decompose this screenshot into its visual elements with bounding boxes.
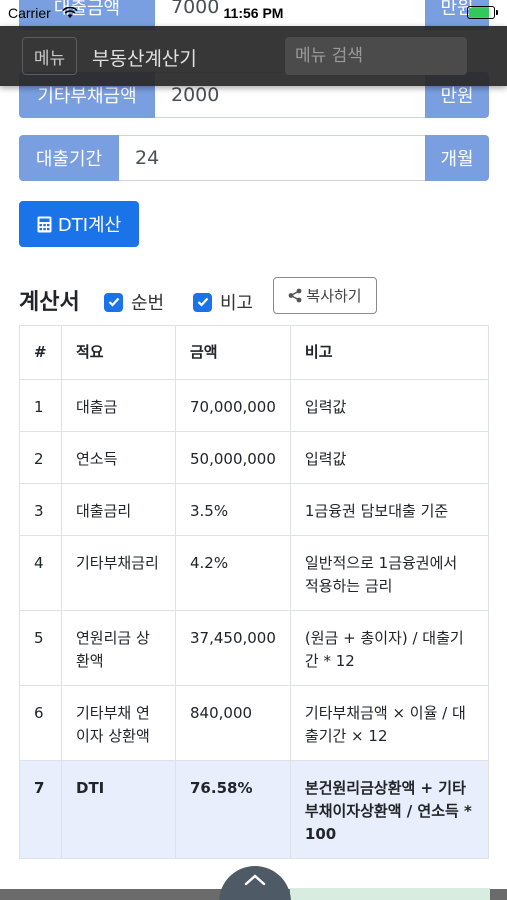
row-item: 대출금리 <box>61 483 176 536</box>
table-row-total: 7 DTI 76.58% 본건원리금상환액 + 기타부채이자상환액 / 연소득 … <box>19 760 490 859</box>
row-item: 연원리금 상환액 <box>61 610 176 686</box>
row-item: 기타부채금리 <box>61 535 176 611</box>
row-number: 4 <box>19 535 62 611</box>
row-note: (원금 + 총이자) / 대출기간 * 12 <box>289 610 490 686</box>
loan-period-label: 대출기간 <box>19 135 119 181</box>
table-row: 4 기타부채금리 4.2% 일반적으로 1금융권에서 적용하는 금리 <box>19 535 490 611</box>
row-item: 연소득 <box>61 431 176 484</box>
row-note: 기타부채금액 × 이율 / 대출기간 × 12 <box>289 685 490 761</box>
row-number: 1 <box>19 379 62 432</box>
row-item: 기타부채 연이자 상환액 <box>61 685 176 761</box>
table-row: 1 대출금 70,000,000 입력값 <box>19 379 490 432</box>
table-row: 2 연소득 50,000,000 입력값 <box>19 431 490 484</box>
row-item: DTI <box>61 760 176 859</box>
row-amount: 70,000,000 <box>175 379 291 432</box>
note-checkbox-label: 비고 <box>220 293 254 314</box>
row-note: 일반적으로 1금융권에서 적용하는 금리 <box>289 535 490 611</box>
table-header-row: # 적요 금액 비고 <box>19 325 490 380</box>
scroll-top-button[interactable] <box>219 866 291 900</box>
loan-period-unit: 개월 <box>425 135 489 181</box>
bottom-panel <box>290 888 490 900</box>
sheet-title: 계산서 <box>19 290 80 315</box>
seq-checkbox-label: 순번 <box>131 293 165 314</box>
table-row: 5 연원리금 상환액 37,450,000 (원금 + 총이자) / 대출기간 … <box>19 610 490 686</box>
row-number: 5 <box>19 610 62 686</box>
row-note: 1금융권 담보대출 기준 <box>289 483 490 536</box>
row-number: 2 <box>19 431 62 484</box>
app-title: 부동산계산기 <box>92 48 197 70</box>
note-checkbox[interactable]: 비고 <box>193 289 253 315</box>
top-nav-bar: 메뉴 부동산계산기 메뉴 검색 <box>0 26 507 86</box>
col-header-note: 비고 <box>289 325 490 380</box>
table-row: 3 대출금리 3.5% 1금융권 담보대출 기준 <box>19 483 490 536</box>
loan-period-input[interactable]: 24 <box>119 135 425 181</box>
menu-button[interactable]: 메뉴 <box>22 37 77 75</box>
battery-icon <box>467 6 498 19</box>
row-number: 6 <box>19 685 62 761</box>
share-icon <box>288 288 302 303</box>
table-row: 6 기타부채 연이자 상환액 840,000 기타부채금액 × 이율 / 대출기… <box>19 685 490 761</box>
row-amount: 3.5% <box>175 483 291 536</box>
dti-button-label: DTI계산 <box>57 215 122 236</box>
row-note: 본건원리금상환액 + 기타부채이자상환액 / 연소득 * 100 <box>289 760 490 859</box>
copy-button[interactable]: 복사하기 <box>273 277 377 314</box>
checkbox-checked-icon[interactable] <box>193 292 212 312</box>
col-header-amount: 금액 <box>175 325 291 380</box>
clock: 11:56 PM <box>223 5 284 21</box>
col-header-item: 적요 <box>61 325 176 380</box>
col-header-number: # <box>19 325 62 380</box>
seq-checkbox[interactable]: 순번 <box>104 289 164 315</box>
row-number: 3 <box>19 483 62 536</box>
row-note: 입력값 <box>289 379 490 432</box>
row-amount: 4.2% <box>175 535 291 611</box>
calculator-icon <box>37 216 52 232</box>
checkbox-checked-icon[interactable] <box>104 292 123 312</box>
row-amount: 840,000 <box>175 685 291 761</box>
row-item: 대출금 <box>61 379 176 432</box>
status-bar: Carrier 11:56 PM <box>0 0 507 26</box>
loan-period-group: 대출기간 24 개월 <box>19 135 489 181</box>
calculation-table: # 적요 금액 비고 1 대출금 70,000,000 입력값 2 연소득 50… <box>19 325 490 859</box>
dti-calculate-button[interactable]: DTI계산 <box>19 201 139 247</box>
row-number: 7 <box>19 760 62 859</box>
row-note: 입력값 <box>289 431 490 484</box>
chevron-up-icon <box>244 874 266 886</box>
menu-search-input[interactable]: 메뉴 검색 <box>285 37 467 75</box>
copy-button-label: 복사하기 <box>306 287 362 305</box>
row-amount: 76.58% <box>175 760 291 859</box>
row-amount: 50,000,000 <box>175 431 291 484</box>
row-amount: 37,450,000 <box>175 610 291 686</box>
